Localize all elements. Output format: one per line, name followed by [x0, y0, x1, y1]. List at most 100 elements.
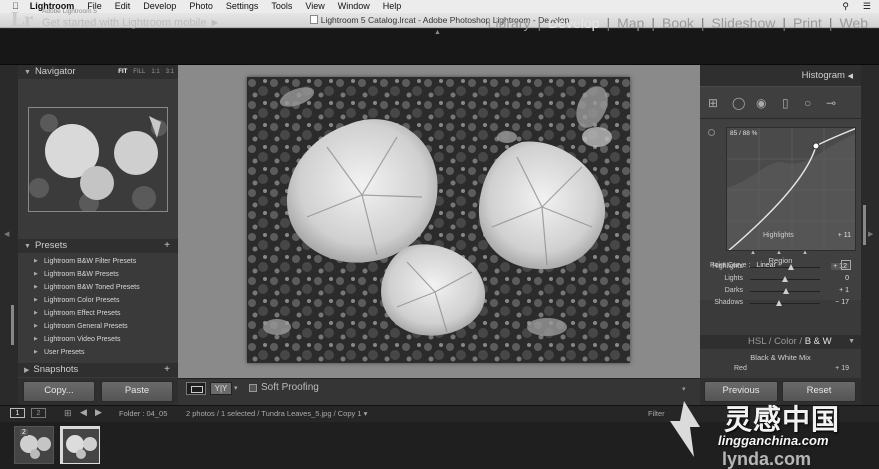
right-scrollbar[interactable]: [863, 205, 866, 245]
preset-folder[interactable]: Lightroom Video Presets: [18, 333, 178, 346]
histogram-header[interactable]: Histogram ◀: [700, 65, 861, 86]
zoom-fill[interactable]: FILL: [133, 65, 145, 79]
forward-arrow-icon[interactable]: ▶: [95, 407, 102, 418]
module-book[interactable]: Book: [661, 15, 695, 31]
slider-knob[interactable]: [787, 264, 794, 270]
tab-hsl[interactable]: HSL: [748, 336, 766, 347]
paste-button[interactable]: Paste: [101, 381, 173, 402]
red-eye-icon[interactable]: ◉: [756, 96, 766, 110]
preset-folder[interactable]: Lightroom B&W Filter Presets: [18, 255, 178, 268]
main-photo[interactable]: [247, 77, 630, 363]
filter-label[interactable]: Filter: [648, 409, 665, 418]
radial-filter-icon[interactable]: ○: [804, 96, 811, 110]
navigator-zoom-modes: FIT FILL 1:1 3:1: [118, 65, 174, 79]
preset-folder[interactable]: Lightroom General Presets: [18, 320, 178, 333]
preset-folder[interactable]: User Presets: [18, 346, 178, 359]
back-arrow-icon[interactable]: ◀: [80, 407, 87, 418]
folder-source[interactable]: Folder : 04_05: [119, 409, 167, 418]
slider-knob[interactable]: [775, 300, 782, 306]
navigator-thumbnail[interactable]: [28, 107, 168, 212]
navigator-header[interactable]: ▼ Navigator FIT FILL 1:1 3:1: [18, 65, 178, 79]
toolbar-options-icon[interactable]: ▾: [682, 385, 686, 393]
spotlight-search-icon[interactable]: ⚲: [842, 0, 849, 13]
zoom-3-1[interactable]: 3:1: [166, 65, 174, 79]
slider-knob[interactable]: [782, 288, 789, 294]
preset-folder[interactable]: Lightroom Color Presets: [18, 294, 178, 307]
left-panel-buttons: Copy... Paste: [18, 378, 178, 405]
preset-folder[interactable]: Lightroom B&W Presets: [18, 268, 178, 281]
zoom-fit[interactable]: FIT: [118, 65, 127, 79]
menu-develop[interactable]: Develop: [143, 0, 176, 13]
product-name: Adobe Lightroom 5: [42, 8, 97, 15]
shadows-slider[interactable]: Shadows − 17: [700, 298, 861, 309]
menu-tools[interactable]: Tools: [271, 0, 292, 13]
slider-knob[interactable]: [782, 276, 788, 282]
tab-color[interactable]: Color: [774, 336, 797, 347]
menu-bar:  Lightroom File Edit Develop Photo Sett…: [0, 0, 879, 13]
menu-photo[interactable]: Photo: [189, 0, 213, 13]
add-preset-icon[interactable]: +: [164, 239, 170, 253]
adjustment-brush-icon[interactable]: ⊸: [826, 96, 836, 110]
add-snapshot-icon[interactable]: +: [164, 363, 170, 377]
tone-curve-graph[interactable]: 85 / 88 % Highlights + 11: [726, 127, 856, 251]
module-slideshow[interactable]: Slideshow: [711, 15, 777, 31]
graduated-filter-icon[interactable]: ▯: [782, 96, 789, 110]
point-curve-value[interactable]: Linear ÷: [756, 262, 781, 269]
before-after-button[interactable]: Y|Y: [210, 382, 232, 395]
slider-value[interactable]: + 19: [835, 365, 849, 372]
secondary-display-button[interactable]: 2: [31, 408, 46, 418]
notification-list-icon[interactable]: ☰: [863, 0, 871, 13]
slider-value[interactable]: − 17: [835, 299, 849, 306]
module-web[interactable]: Web: [838, 15, 869, 31]
left-scrollbar[interactable]: [11, 305, 14, 345]
spot-removal-icon[interactable]: ◯: [732, 96, 745, 110]
snapshots-header[interactable]: ▶ Snapshots +: [18, 363, 178, 377]
crop-overlay-icon[interactable]: ⊞: [708, 96, 718, 110]
slider-value[interactable]: 0: [845, 275, 849, 282]
before-after-menu-icon[interactable]: ▾: [234, 384, 238, 392]
develop-tool-strip: ⊞ ◯ ◉ ▯ ○ ⊸: [700, 86, 861, 119]
preset-folder[interactable]: Lightroom B&W Toned Presets: [18, 281, 178, 294]
collapse-triangle-icon: ▼: [24, 69, 31, 76]
darks-slider[interactable]: Darks + 1: [700, 286, 861, 297]
presets-list: Lightroom B&W Filter Presets Lightroom B…: [18, 253, 178, 359]
target-adjust-icon[interactable]: [708, 129, 715, 136]
selection-info[interactable]: 2 photos / 1 selected / Tundra Leaves_5.…: [186, 409, 367, 418]
slider-label: Red: [734, 365, 747, 372]
loupe-view-button[interactable]: [186, 382, 206, 395]
point-curve-select[interactable]: Point Curve : Linear ÷: [710, 262, 782, 269]
top-panel-collapse-icon[interactable]: ▲: [434, 29, 441, 36]
menu-view[interactable]: View: [305, 0, 324, 13]
menu-window[interactable]: Window: [338, 0, 370, 13]
filmstrip-thumbnail-selected[interactable]: [60, 426, 100, 464]
menu-help[interactable]: Help: [383, 0, 402, 13]
module-library[interactable]: Library: [487, 15, 532, 31]
filmstrip-thumbnail[interactable]: 2: [14, 426, 54, 464]
watermark-logo-icon: [670, 401, 700, 457]
zoom-1-1[interactable]: 1:1: [151, 65, 159, 79]
collapse-triangle-icon: ▼: [24, 243, 31, 250]
grid-view-icon[interactable]: ⊞: [64, 408, 72, 419]
soft-proofing-checkbox[interactable]: [249, 384, 257, 392]
menu-settings[interactable]: Settings: [226, 0, 259, 13]
copy-button[interactable]: Copy...: [23, 381, 95, 402]
edit-point-curve-icon[interactable]: [841, 260, 851, 270]
tab-bw[interactable]: B & W: [805, 336, 832, 347]
lightroom-logo: Lr: [11, 7, 33, 31]
slider-value[interactable]: + 1: [839, 287, 849, 294]
left-panel-toggle-icon[interactable]: ◀: [4, 230, 9, 238]
lights-slider[interactable]: Lights 0: [700, 274, 861, 285]
module-print[interactable]: Print: [792, 15, 823, 31]
preset-folder[interactable]: Lightroom Effect Presets: [18, 307, 178, 320]
module-map[interactable]: Map: [616, 15, 645, 31]
right-panel-toggle-icon[interactable]: ▶: [868, 230, 873, 238]
document-icon: [309, 15, 318, 24]
collapse-triangle-icon[interactable]: ▼: [848, 335, 855, 349]
menu-edit[interactable]: Edit: [115, 0, 131, 13]
right-panel: Histogram ◀ ⊞ ◯ ◉ ▯ ○ ⊸ 85 / 88 % Highli…: [700, 65, 861, 378]
point-curve-label: Point Curve :: [710, 262, 751, 269]
presets-header[interactable]: ▼ Presets +: [18, 239, 178, 253]
module-develop[interactable]: Develop: [547, 15, 600, 31]
get-started-mobile-link[interactable]: Get started with Lightroom mobile ►: [42, 17, 220, 29]
primary-display-button[interactable]: 1: [10, 408, 25, 418]
